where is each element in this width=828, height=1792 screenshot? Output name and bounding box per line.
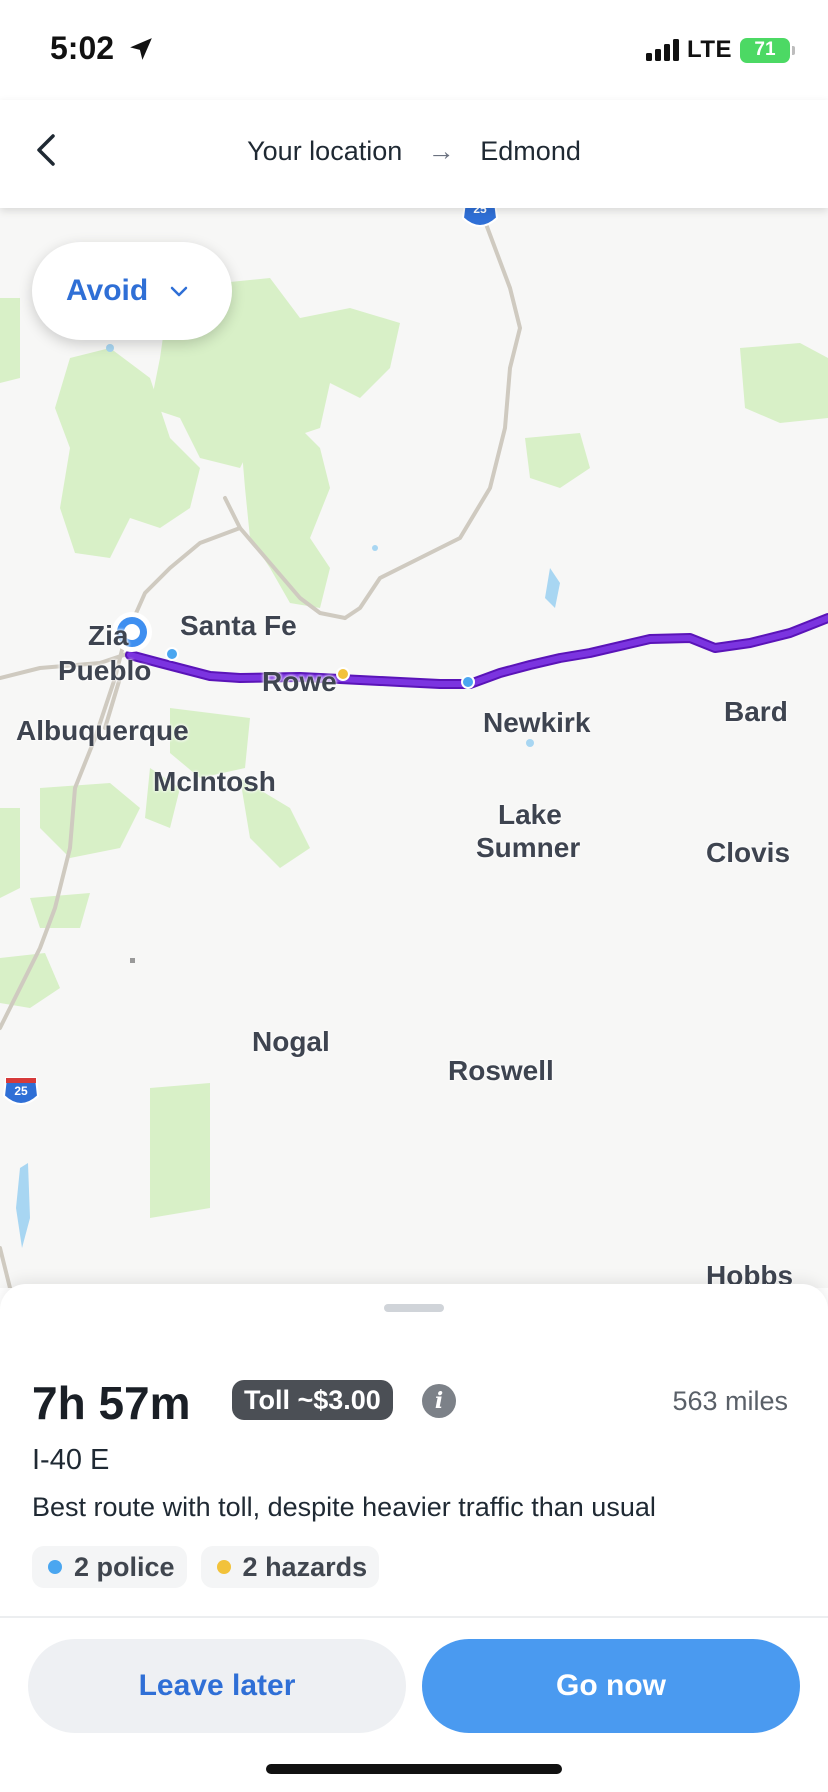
map-view[interactable]: 25 25 Zia Pueblo Santa Fe Rowe Albuquerq… xyxy=(0,208,828,1288)
chevron-down-icon xyxy=(170,286,188,297)
map-label-albuquerque: Albuquerque xyxy=(16,715,189,746)
map-label-rowe: Rowe xyxy=(262,666,337,697)
network-label: LTE xyxy=(686,36,732,63)
route-distance: 563 miles xyxy=(672,1386,788,1416)
police-chip[interactable]: 2 police xyxy=(32,1546,187,1588)
route-alerts: 2 police 2 hazards xyxy=(32,1546,380,1588)
hazard-dot-icon xyxy=(216,1560,231,1574)
map-label-clovis: Clovis xyxy=(706,837,791,868)
map-label-roswell: Roswell xyxy=(448,1055,554,1086)
go-now-button[interactable]: Go now xyxy=(422,1639,800,1733)
leave-later-button[interactable]: Leave later xyxy=(28,1639,406,1733)
map-poi-dot xyxy=(130,958,135,963)
status-bar: 5:02 LTE 71 xyxy=(0,0,828,100)
sheet-divider xyxy=(0,1616,828,1618)
police-chip-label: 2 police xyxy=(74,1551,175,1582)
map-label-mcintosh: McIntosh xyxy=(153,766,276,797)
destination-label: Edmond xyxy=(480,136,581,166)
police-marker xyxy=(461,675,475,689)
police-dot-icon xyxy=(48,1560,62,1574)
map-label-newkirk: Newkirk xyxy=(483,707,591,738)
police-marker xyxy=(165,647,179,661)
map-label-sumner: Sumner xyxy=(476,832,581,863)
toll-badge: Toll ~$3.00 xyxy=(232,1380,393,1420)
battery-icon: 71 xyxy=(740,37,795,63)
route-duration: 7h 57m xyxy=(32,1377,191,1429)
info-icon[interactable]: i xyxy=(422,1384,456,1418)
battery-level: 71 xyxy=(754,39,776,60)
status-indicators: LTE 71 xyxy=(645,36,795,64)
route-details-sheet: 7h 57m Toll ~$3.00 i 563 miles I-40 E Be… xyxy=(0,1284,828,1792)
sheet-drag-handle[interactable] xyxy=(384,1304,444,1312)
map-label-santa-fe: Santa Fe xyxy=(180,610,297,641)
status-time: 5:02 xyxy=(50,30,115,66)
map-label-pueblo: Pueblo xyxy=(58,655,152,686)
map-label-zia: Zia xyxy=(88,620,129,651)
home-indicator[interactable] xyxy=(266,1764,562,1774)
arrow-right-icon: → xyxy=(427,136,455,166)
map-label-nogal: Nogal xyxy=(252,1026,330,1057)
map-label-bard: Bard xyxy=(724,696,788,727)
highway-shield-label: 25 xyxy=(473,208,487,216)
signal-icon xyxy=(645,39,679,61)
avoid-button[interactable]: Avoid xyxy=(32,242,232,340)
route-description: Best route with toll, despite heavier tr… xyxy=(32,1492,656,1522)
hazard-chip-label: 2 hazards xyxy=(242,1551,368,1582)
hazard-marker xyxy=(336,667,350,681)
hazard-chip[interactable]: 2 hazards xyxy=(200,1546,380,1588)
map-label-lake: Lake xyxy=(498,799,562,830)
route-highway: I-40 E xyxy=(32,1444,110,1476)
route-summary: Your location → Edmond xyxy=(0,136,828,167)
avoid-label: Avoid xyxy=(66,274,149,307)
highway-shield-label: 25 xyxy=(14,1084,28,1098)
location-arrow-icon xyxy=(130,38,152,60)
origin-label: Your location xyxy=(247,136,403,166)
route-header-bar: Your location → Edmond xyxy=(0,100,828,208)
